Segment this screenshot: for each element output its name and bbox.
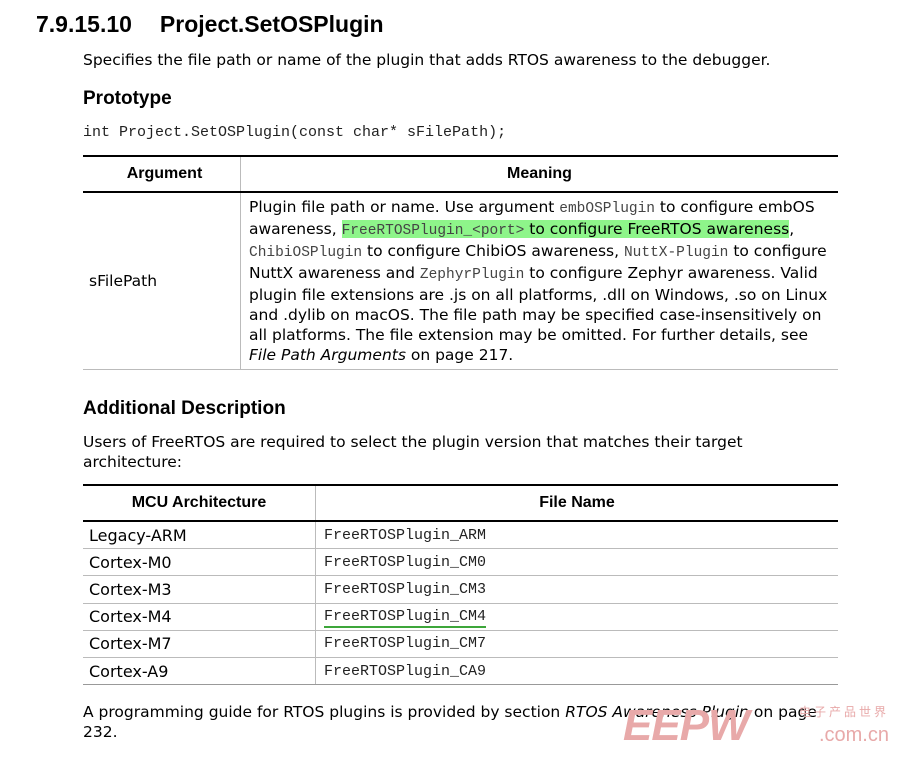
prototype-code: int Project.SetOSPlugin(const char* sFil…	[83, 124, 507, 141]
inline-code: FreeRTOSPlugin_<port>	[341, 223, 525, 239]
file-name-cell: FreeRTOSPlugin_CM3	[315, 575, 838, 604]
additional-description-heading: Additional Description	[83, 398, 286, 419]
file-name-cell: FreeRTOSPlugin_CM7	[315, 630, 838, 658]
mcu-architecture-cell: Cortex-M0	[83, 548, 316, 577]
watermark-small-text: .com.cn	[818, 724, 889, 746]
meaning-column-header: Meaning	[240, 156, 838, 193]
table-row: Cortex-M3 FreeRTOSPlugin_CM3	[83, 575, 838, 604]
meaning-text: to configure FreeRTOS awareness	[524, 220, 790, 238]
watermark-logo: 电子产品世界 EEPW .com.cn	[623, 701, 893, 751]
table-row: Cortex-M4 FreeRTOSPlugin_CM4	[83, 603, 838, 631]
additional-description-text: Users of FreeRTOS are required to select…	[83, 433, 743, 471]
table-row: Cortex-M0 FreeRTOSPlugin_CM0	[83, 548, 838, 577]
inline-code: ChibiOSPlugin	[249, 245, 363, 261]
file-name-cell: FreeRTOSPlugin_CM0	[315, 548, 838, 577]
section-number: 7.9.15.10	[36, 11, 132, 37]
table-row: Cortex-M7 FreeRTOSPlugin_CM7	[83, 630, 838, 658]
watermark-top-text: 电子产品世界	[798, 705, 889, 719]
mcu-architecture-cell: Cortex-A9	[83, 657, 316, 686]
file-name-column-header: File Name	[315, 485, 838, 522]
architecture-table: MCU Architecture File Name Legacy-ARM Fr…	[83, 484, 838, 686]
inline-code: ZephyrPlugin	[419, 267, 525, 283]
arguments-table: Argument Meaning sFilePath Plugin file p…	[83, 155, 838, 370]
mcu-architecture-column-header: MCU Architecture	[83, 485, 316, 522]
argument-column-header: Argument	[83, 156, 241, 193]
inline-code: NuttX-Plugin	[623, 245, 729, 261]
meaning-text: on page 217.	[405, 346, 514, 364]
mcu-architecture-cell: Cortex-M3	[83, 575, 316, 604]
table-row: Cortex-A9 FreeRTOSPlugin_CA9	[83, 657, 838, 686]
mcu-architecture-cell: Cortex-M4	[83, 603, 316, 631]
arguments-header-row: Argument Meaning	[83, 156, 838, 193]
argument-name: sFilePath	[83, 192, 241, 370]
highlighted-text: FreeRTOSPlugin_<port> to configure FreeR…	[341, 220, 790, 239]
file-name-cell: FreeRTOSPlugin_ARM	[315, 521, 838, 550]
file-name-cell: FreeRTOSPlugin_CA9	[315, 657, 838, 686]
watermark-big-text: EEPW	[623, 701, 750, 750]
file-name-cell: FreeRTOSPlugin_CM4	[315, 603, 838, 631]
prototype-heading: Prototype	[83, 88, 172, 109]
argument-meaning: Plugin file path or name. Use argument e…	[240, 192, 838, 370]
meaning-text: to configure ChibiOS awareness,	[362, 242, 624, 260]
mcu-architecture-cell: Legacy-ARM	[83, 521, 316, 550]
footer-text-part: A programming guide for RTOS plugins is …	[83, 703, 566, 721]
cross-reference-link[interactable]: File Path Arguments	[249, 346, 406, 364]
underlined-file-name: FreeRTOSPlugin_CM4	[324, 608, 487, 629]
table-row: Legacy-ARM FreeRTOSPlugin_ARM	[83, 521, 838, 550]
section-title: Project.SetOSPlugin	[159, 11, 384, 37]
meaning-text: Plugin file path or name. Use argument	[249, 198, 560, 216]
mcu-architecture-cell: Cortex-M7	[83, 630, 316, 658]
table-row: sFilePath Plugin file path or name. Use …	[83, 192, 838, 370]
section-heading: 7.9.15.10 Project.SetOSPlugin	[36, 11, 384, 38]
meaning-text: ,	[789, 220, 795, 238]
inline-code: embOSPlugin	[559, 201, 655, 217]
section-description: Specifies the file path or name of the p…	[83, 51, 771, 69]
architecture-header-row: MCU Architecture File Name	[83, 485, 838, 522]
